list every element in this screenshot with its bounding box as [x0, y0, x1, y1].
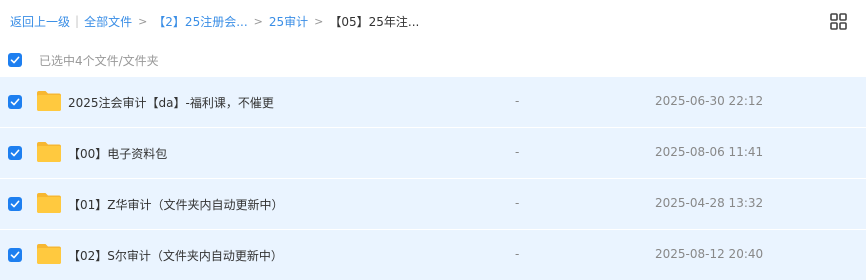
row-checkbox[interactable]	[8, 95, 22, 109]
breadcrumb-arrow-icon: >	[138, 14, 148, 28]
folder-icon	[36, 243, 62, 265]
folder-icon	[36, 192, 62, 214]
file-row[interactable]: 【01】Z华审计（文件夹内自动更新中） - 2025-04-28 13:32	[0, 179, 866, 229]
file-name[interactable]: 【00】电子资料包	[68, 145, 167, 162]
all-files-link[interactable]: 全部文件	[84, 13, 132, 30]
selection-count-label: 已选中4个文件/文件夹	[39, 53, 159, 68]
file-size: -	[515, 94, 520, 108]
row-checkbox[interactable]	[8, 248, 22, 262]
file-name[interactable]: 2025注会审计【da】-福利课，不催更	[68, 94, 274, 111]
select-all-bar: 已选中4个文件/文件夹	[0, 46, 866, 74]
file-size: -	[515, 247, 520, 261]
grid-view-icon[interactable]	[830, 13, 847, 30]
file-row[interactable]: 【00】电子资料包 - 2025-08-06 11:41	[0, 128, 866, 178]
file-size: -	[515, 145, 520, 159]
file-name[interactable]: 【02】S尔审计（文件夹内自动更新中）	[68, 247, 283, 264]
checkmark-icon	[10, 251, 20, 259]
breadcrumb-arrow-icon: >	[253, 14, 263, 28]
select-all-checkbox[interactable]	[8, 53, 22, 67]
file-date: 2025-08-06 11:41	[655, 145, 764, 159]
breadcrumb-item-current: 【05】25年注...	[329, 14, 420, 29]
file-date: 2025-06-30 22:12	[655, 94, 764, 108]
file-list: 2025注会审计【da】-福利课，不催更 - 2025-06-30 22:12 …	[0, 77, 866, 280]
file-row[interactable]: 【02】S尔审计（文件夹内自动更新中） - 2025-08-12 20:40	[0, 230, 866, 280]
file-name[interactable]: 【01】Z华审计（文件夹内自动更新中）	[68, 196, 284, 213]
file-date: 2025-08-12 20:40	[655, 247, 764, 261]
breadcrumb-item-cpa[interactable]: 【2】25注册会...	[153, 13, 247, 30]
breadcrumb-arrow-icon: >	[314, 14, 324, 28]
folder-icon	[36, 90, 62, 112]
checkmark-icon	[10, 98, 20, 106]
file-size: -	[515, 196, 520, 210]
file-row[interactable]: 2025注会审计【da】-福利课，不催更 - 2025-06-30 22:12	[0, 77, 866, 127]
file-date: 2025-04-28 13:32	[655, 196, 764, 210]
row-checkbox[interactable]	[8, 197, 22, 211]
checkmark-icon	[10, 200, 20, 208]
row-checkbox[interactable]	[8, 146, 22, 160]
breadcrumb-divider: |	[75, 14, 80, 28]
checkmark-icon	[10, 56, 20, 64]
checkmark-icon	[10, 149, 20, 157]
folder-icon	[36, 141, 62, 163]
breadcrumb: 返回上一级 | 全部文件 > 【2】25注册会... > 25审计 > 【05】…	[10, 12, 419, 30]
back-link[interactable]: 返回上一级	[10, 13, 70, 30]
breadcrumb-item-audit[interactable]: 25审计	[269, 13, 308, 30]
